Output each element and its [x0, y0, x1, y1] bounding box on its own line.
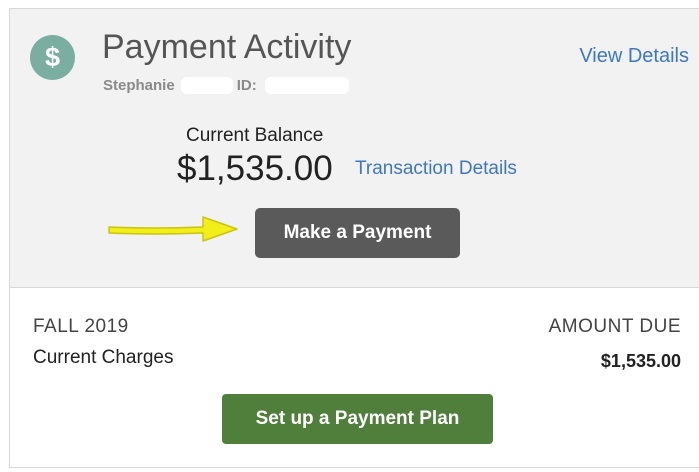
redacted-surname — [180, 77, 233, 94]
amount-due-value: $1,535.00 — [600, 351, 681, 371]
transaction-details-link[interactable]: Transaction Details — [355, 158, 517, 180]
payment-plan-button[interactable]: Set up a Payment Plan — [222, 394, 493, 444]
amount-due-header: AMOUNT DUE — [548, 316, 681, 337]
id-label: ID: — [236, 77, 257, 94]
current-charges-label: Current Charges — [33, 347, 174, 368]
user-name: Stephanie — [103, 77, 175, 94]
current-balance-amount: $1,535.00 — [177, 149, 333, 188]
arrow-icon — [108, 216, 238, 242]
make-payment-button[interactable]: Make a Payment — [255, 208, 460, 258]
term-label: FALL 2019 — [33, 316, 129, 337]
redacted-id — [264, 77, 349, 94]
card-title: Payment Activity — [102, 28, 352, 66]
dollar-icon: $ — [30, 35, 75, 80]
view-details-link[interactable]: View Details — [579, 45, 689, 68]
payment-activity-card: $ Payment Activity Stephanie ID: View De… — [9, 8, 699, 468]
current-balance-label: Current Balance — [186, 125, 324, 146]
user-info: Stephanie ID: — [103, 77, 349, 94]
balance-section: $ Payment Activity Stephanie ID: View De… — [10, 9, 699, 288]
